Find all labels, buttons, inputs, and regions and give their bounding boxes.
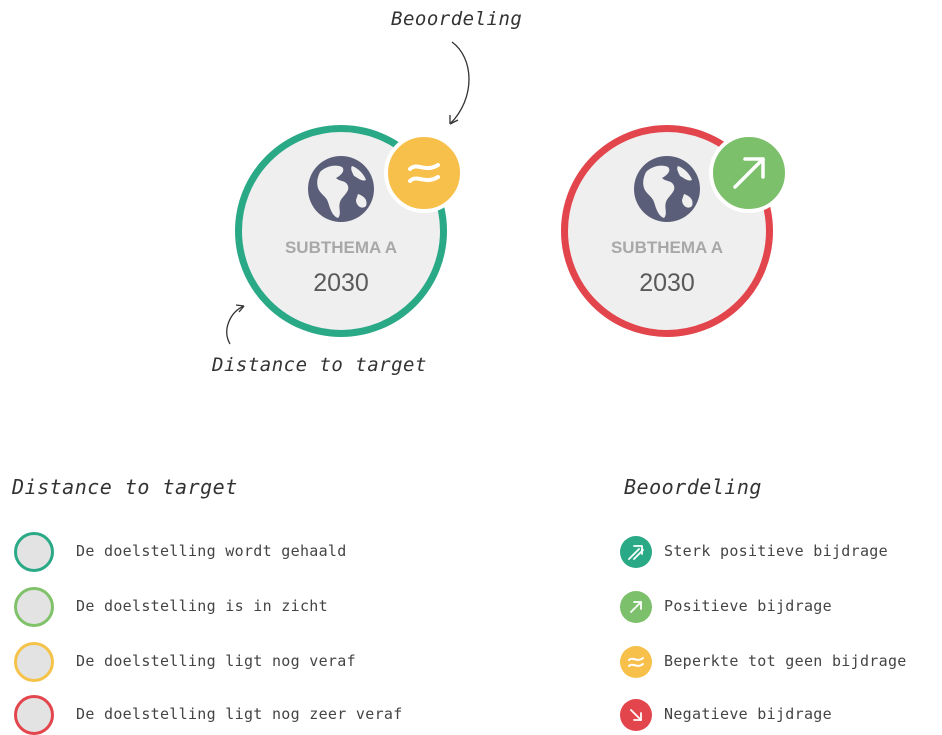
double-arrow-up-right-icon: [628, 545, 644, 560]
badge-year: 2030: [313, 269, 369, 297]
legend-item-label: Beperkte tot geen bijdrage: [664, 652, 907, 670]
ring-icon: [14, 587, 54, 627]
legend-beoordeling-title: Beoordeling: [624, 475, 762, 499]
badge-year: 2030: [639, 269, 695, 297]
arrow-up-right-icon: [630, 601, 642, 613]
legend-swatch: [620, 646, 652, 678]
curved-arrow-icon: [226, 304, 245, 345]
approx-equal-icon: [408, 163, 440, 183]
annotation-distance-to-target: Distance to target: [212, 354, 427, 376]
legend-distance-title: Distance to target: [12, 475, 238, 499]
legend-item-label: Positieve bijdrage: [664, 597, 832, 615]
legend-item-label: De doelstelling wordt gehaald: [76, 542, 347, 560]
legend-swatch: [620, 536, 652, 568]
legend-item-label: De doelstelling is in zicht: [76, 597, 328, 615]
legend-swatch: [620, 699, 652, 731]
ring-icon: [14, 532, 54, 572]
legend-swatch: [620, 591, 652, 623]
globe-icon: [308, 156, 374, 222]
ring-icon: [14, 642, 54, 682]
ring-icon: [14, 695, 54, 735]
curved-arrow-icon: [449, 41, 470, 125]
legend-item-label: De doelstelling ligt nog veraf: [76, 652, 356, 670]
badge-subtheme-label: SUBTHEMA A: [284, 238, 398, 257]
approx-equal-icon: [628, 657, 644, 667]
assessment-mark: [384, 133, 464, 213]
arrow-down-right-icon: [630, 709, 642, 721]
badge-subtheme-label: SUBTHEMA A: [610, 238, 724, 257]
globe-icon: [634, 156, 700, 222]
assessment-mark: [709, 133, 789, 213]
legend-item-label: De doelstelling ligt nog zeer veraf: [76, 705, 403, 723]
legend-item-label: Negatieve bijdrage: [664, 705, 832, 723]
legend-item-label: Sterk positieve bijdrage: [664, 542, 888, 560]
annotation-beoordeling: Beoordeling: [391, 8, 523, 30]
arrow-up-right-icon: [733, 157, 765, 189]
